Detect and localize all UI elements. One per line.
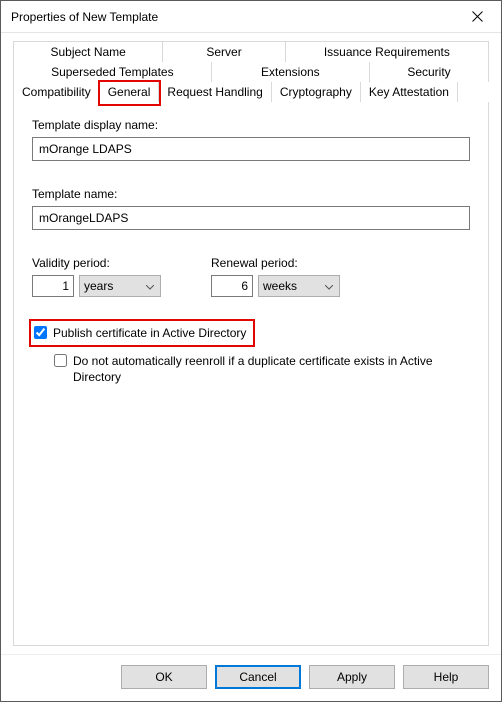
validity-label: Validity period: xyxy=(32,256,161,270)
no-reenroll-label: Do not automatically reenroll if a dupli… xyxy=(73,353,470,385)
display-name-label: Template display name: xyxy=(32,118,470,132)
close-icon xyxy=(472,11,483,22)
tab-issuance-requirements[interactable]: Issuance Requirements xyxy=(285,41,489,62)
tab-cryptography[interactable]: Cryptography xyxy=(271,82,360,102)
renewal-unit-select[interactable]: weeks xyxy=(258,275,340,297)
tab-general-label: General xyxy=(108,85,151,99)
window-title: Properties of New Template xyxy=(11,10,158,24)
tab-subject-name[interactable]: Subject Name xyxy=(13,41,162,62)
tab-extensions[interactable]: Extensions xyxy=(211,62,369,82)
publish-checkbox[interactable] xyxy=(34,326,47,339)
display-name-input[interactable] xyxy=(32,137,470,161)
template-name-label: Template name: xyxy=(32,187,470,201)
general-panel: Template display name: Template name: Va… xyxy=(13,102,489,646)
close-button[interactable] xyxy=(457,2,497,32)
tab-request-handling[interactable]: Request Handling xyxy=(158,82,270,102)
validity-value-input[interactable] xyxy=(32,275,74,297)
publish-label: Publish certificate in Active Directory xyxy=(53,325,246,341)
tab-compatibility[interactable]: Compatibility xyxy=(13,82,99,102)
tab-general[interactable]: General xyxy=(99,82,159,102)
tab-superseded-templates[interactable]: Superseded Templates xyxy=(13,62,211,82)
tab-key-attestation[interactable]: Key Attestation xyxy=(360,82,458,102)
validity-unit-select[interactable]: years xyxy=(79,275,161,297)
renewal-unit-label: weeks xyxy=(263,279,297,293)
apply-button[interactable]: Apply xyxy=(309,665,395,689)
titlebar: Properties of New Template xyxy=(1,1,501,33)
renewal-label: Renewal period: xyxy=(211,256,340,270)
tab-server[interactable]: Server xyxy=(162,41,284,62)
template-name-input[interactable] xyxy=(32,206,470,230)
chevron-down-icon xyxy=(146,279,154,293)
help-button[interactable]: Help xyxy=(403,665,489,689)
chevron-down-icon xyxy=(325,279,333,293)
button-bar: OK Cancel Apply Help xyxy=(1,654,501,701)
no-reenroll-checkbox[interactable] xyxy=(54,354,67,367)
tab-security[interactable]: Security xyxy=(369,62,489,82)
renewal-value-input[interactable] xyxy=(211,275,253,297)
cancel-button[interactable]: Cancel xyxy=(215,665,301,689)
validity-unit-label: years xyxy=(84,279,113,293)
highlight-publish-checkbox: Publish certificate in Active Directory xyxy=(32,321,252,345)
tabs-container: Subject Name Server Issuance Requirement… xyxy=(1,33,501,102)
ok-button[interactable]: OK xyxy=(121,665,207,689)
dialog-window: Properties of New Template Subject Name … xyxy=(0,0,502,702)
